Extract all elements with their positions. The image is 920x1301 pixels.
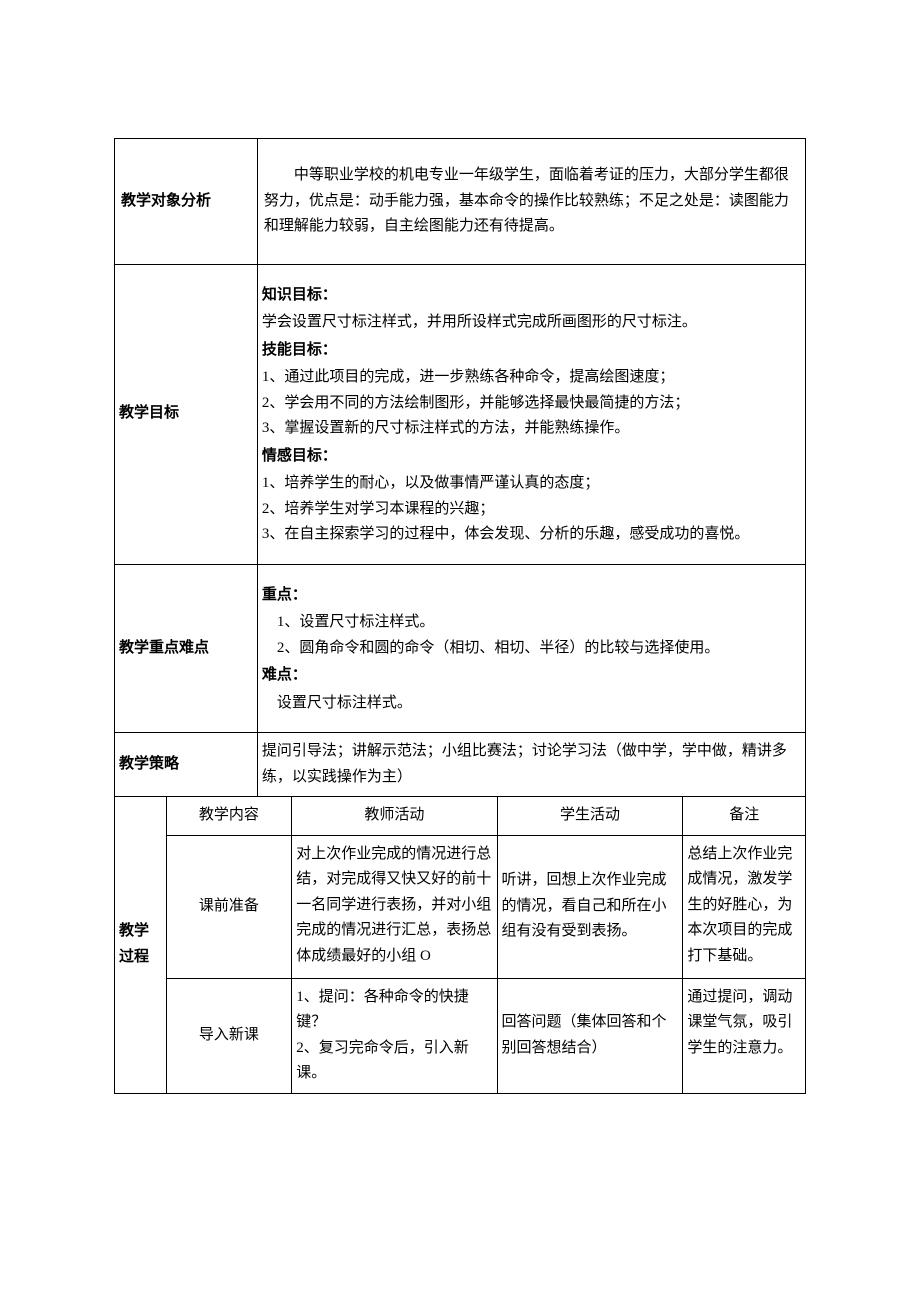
content-audience: 中等职业学校的机电专业一年级学生，面临着考证的压力，大部分学生都很努力，优点是：…: [257, 139, 805, 265]
content-focus: 重点： 1、设置尺寸标注样式。 2、圆角命令和圆的命令（相切、相切、半径）的比较…: [257, 564, 805, 733]
obj-p3a: 1、培养学生的耐心，以及做事情严谨认真的态度；: [262, 471, 801, 497]
header-student: 学生活动: [497, 797, 683, 836]
content-objectives: 知识目标： 学会设置尺寸标注样式，并用所设样式完成所画图形的尺寸标注。 技能目标…: [257, 264, 805, 564]
obj-p3b: 2、培养学生对学习本课程的兴趣；: [262, 497, 801, 523]
focus-h1: 重点：: [262, 581, 801, 611]
focus-h2: 难点：: [262, 661, 801, 691]
proc-r1-c2: 对上次作业完成的情况进行总结，对完成得又快又好的前十一名同学进行表扬，并对小组完…: [292, 835, 497, 978]
obj-h3: 情感目标：: [262, 442, 801, 472]
proc-r1-c1: 课前准备: [166, 835, 292, 978]
label-audience: 教学对象分析: [115, 139, 258, 265]
text-audience: 中等职业学校的机电专业一年级学生，面临着考证的压力，大部分学生都很努力，优点是：…: [264, 163, 799, 240]
page-container: 教学对象分析 中等职业学校的机电专业一年级学生，面临着考证的压力，大部分学生都很…: [0, 0, 920, 1301]
obj-p1: 学会设置尺寸标注样式，并用所设样式完成所画图形的尺寸标注。: [262, 310, 801, 336]
obj-p3c: 3、在自主探索学习的过程中，体会发现、分析的乐趣，感受成功的喜悦。: [262, 522, 801, 548]
proc-r1-c3: 听讲，回想上次作业完成的情况，看自己和所在小组有没有受到表扬。: [497, 835, 683, 978]
proc-r1-c4: 总结上次作业完成情况，激发学生的好胜心，为本次项目的完成打下基础。: [683, 835, 806, 978]
proc-r2-c4: 通过提问，调动课堂气氛，吸引学生的注意力。: [683, 978, 806, 1093]
obj-p2a: 1、通过此项目的完成，进一步熟练各种命令，提高绘图速度；: [262, 365, 801, 391]
proc-r2-c1: 导入新课: [166, 978, 292, 1093]
proc-r2-c3: 回答问题（集体回答和个别回答想结合）: [497, 978, 683, 1093]
row-objectives: 教学目标 知识目标： 学会设置尺寸标注样式，并用所设样式完成所画图形的尺寸标注。…: [115, 264, 806, 564]
lesson-plan-table: 教学对象分析 中等职业学校的机电专业一年级学生，面临着考证的压力，大部分学生都很…: [114, 138, 806, 1094]
header-content: 教学内容: [166, 797, 292, 836]
obj-p2c: 3、掌握设置新的尺寸标注样式的方法，并能熟练操作。: [262, 416, 801, 442]
label-objectives: 教学目标: [115, 264, 258, 564]
content-strategy: 提问引导法；讲解示范法；小组比赛法；讨论学习法（做中学，学中做，精讲多练，以实践…: [257, 733, 805, 797]
proc-row-2: 导入新课 1、提问：各种命令的快捷键？ 2、复习完命令后，引入新课。 回答问题（…: [115, 978, 806, 1093]
focus-p2: 设置尺寸标注样式。: [262, 691, 801, 717]
header-teacher: 教师活动: [292, 797, 497, 836]
proc-r2-c2: 1、提问：各种命令的快捷键？ 2、复习完命令后，引入新课。: [292, 978, 497, 1093]
proc-row-1: 课前准备 对上次作业完成的情况进行总结，对完成得又快又好的前十一名同学进行表扬，…: [115, 835, 806, 978]
row-audience: 教学对象分析 中等职业学校的机电专业一年级学生，面临着考证的压力，大部分学生都很…: [115, 139, 806, 265]
focus-p1b: 2、圆角命令和圆的命令（相切、相切、半径）的比较与选择使用。: [262, 636, 801, 662]
row-strategy: 教学策略 提问引导法；讲解示范法；小组比赛法；讨论学习法（做中学，学中做，精讲多…: [115, 733, 806, 797]
obj-p2b: 2、学会用不同的方法绘制图形，并能够选择最快最简捷的方法；: [262, 391, 801, 417]
header-notes: 备注: [683, 797, 806, 836]
label-strategy: 教学策略: [115, 733, 258, 797]
obj-h1: 知识目标：: [262, 281, 801, 311]
row-focus: 教学重点难点 重点： 1、设置尺寸标注样式。 2、圆角命令和圆的命令（相切、相切…: [115, 564, 806, 733]
label-focus: 教学重点难点: [115, 564, 258, 733]
proc-header-row: 教学过程 教学内容 教师活动 学生活动 备注: [115, 797, 806, 836]
label-process: 教学过程: [115, 797, 167, 1094]
obj-h2: 技能目标：: [262, 336, 801, 366]
focus-p1a: 1、设置尺寸标注样式。: [262, 610, 801, 636]
